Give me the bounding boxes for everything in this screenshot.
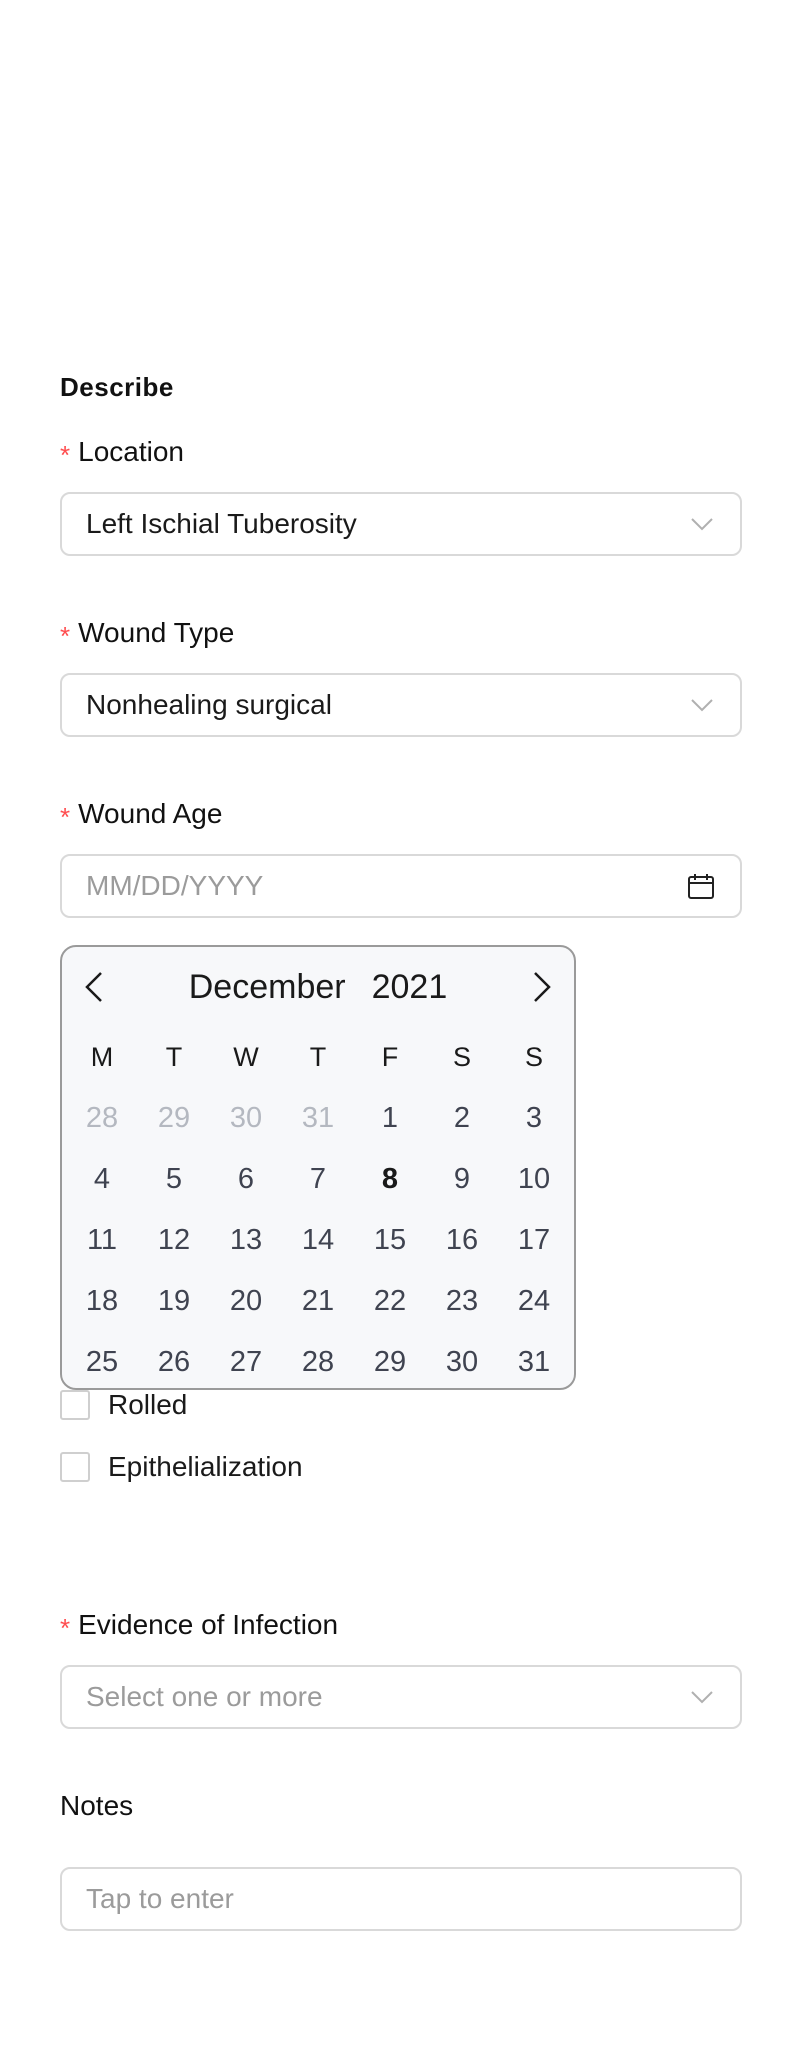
- wound-type-label: * Wound Type: [60, 617, 235, 651]
- wound-age-placeholder: MM/DD/YYYY: [86, 870, 264, 901]
- wound-type-label-text: Wound Type: [78, 617, 235, 648]
- calendar-day[interactable]: 8: [354, 1149, 426, 1210]
- checkbox-rolled[interactable]: Rolled: [60, 1389, 187, 1421]
- calendar-day-outside[interactable]: 31: [282, 1088, 354, 1149]
- calendar-day[interactable]: 24: [498, 1271, 570, 1332]
- calendar-day[interactable]: 5: [138, 1149, 210, 1210]
- weekday-header: W: [233, 1042, 259, 1072]
- calendar-day[interactable]: 14: [282, 1210, 354, 1271]
- calendar-day[interactable]: 7: [282, 1149, 354, 1210]
- weekday-header: S: [524, 1042, 543, 1072]
- calendar-day[interactable]: 21: [282, 1271, 354, 1332]
- location-select[interactable]: Left Ischial Tuberosity: [60, 492, 742, 556]
- calendar-day[interactable]: 16: [426, 1210, 498, 1271]
- calendar-day[interactable]: 25: [66, 1332, 138, 1393]
- calendar-day-outside[interactable]: 30: [210, 1088, 282, 1149]
- calendar-day[interactable]: 31: [498, 1332, 570, 1393]
- calendar-header: December 2021: [62, 961, 574, 1013]
- weekday-header: F: [381, 1042, 399, 1072]
- calendar-day[interactable]: 22: [354, 1271, 426, 1332]
- calendar-day[interactable]: 4: [66, 1149, 138, 1210]
- calendar-day[interactable]: 20: [210, 1271, 282, 1332]
- wound-age-date-input[interactable]: MM/DD/YYYY: [60, 854, 742, 918]
- calendar-icon[interactable]: [686, 871, 716, 901]
- calendar-day-outside[interactable]: 29: [138, 1088, 210, 1149]
- weekday-header: M: [90, 1042, 114, 1072]
- date-picker-popup: December 2021 M T W T F S S 28 29 30 31 1 2 3 4 5 6 7 8 9 10…: [60, 945, 576, 1390]
- location-value: Left Ischial Tuberosity: [86, 508, 357, 539]
- chevron-down-icon: [688, 510, 716, 538]
- required-marker: *: [60, 801, 71, 832]
- required-marker: *: [60, 1612, 71, 1643]
- checkbox-epithelialization[interactable]: Epithelialization: [60, 1451, 303, 1483]
- calendar-day-outside[interactable]: 28: [66, 1088, 138, 1149]
- calendar-day[interactable]: 1: [354, 1088, 426, 1149]
- checkbox[interactable]: [60, 1390, 90, 1420]
- required-marker: *: [60, 620, 71, 651]
- calendar-day[interactable]: 11: [66, 1210, 138, 1271]
- calendar-year[interactable]: 2021: [372, 968, 448, 1007]
- calendar-day[interactable]: 10: [498, 1149, 570, 1210]
- wound-type-select[interactable]: Nonhealing surgical: [60, 673, 742, 737]
- calendar-day[interactable]: 6: [210, 1149, 282, 1210]
- evidence-of-infection-select[interactable]: Select one or more: [60, 1665, 742, 1729]
- required-marker: *: [60, 439, 71, 470]
- evidence-of-infection-label: * Evidence of Infection: [60, 1609, 339, 1643]
- calendar-day[interactable]: 15: [354, 1210, 426, 1271]
- evidence-of-infection-label-text: Evidence of Infection: [78, 1609, 339, 1640]
- chevron-left-icon[interactable]: [68, 961, 120, 1013]
- calendar-day[interactable]: 13: [210, 1210, 282, 1271]
- wound-type-value: Nonhealing surgical: [86, 689, 332, 720]
- notes-placeholder: Tap to enter: [86, 1883, 234, 1914]
- weekday-header: T: [165, 1042, 183, 1072]
- calendar-day[interactable]: 12: [138, 1210, 210, 1271]
- wound-age-label-text: Wound Age: [78, 798, 223, 829]
- checkbox[interactable]: [60, 1452, 90, 1482]
- calendar-day[interactable]: 3: [498, 1088, 570, 1149]
- calendar-day[interactable]: 17: [498, 1210, 570, 1271]
- calendar-day[interactable]: 27: [210, 1332, 282, 1393]
- calendar-grid: M T W T F S S 28 29 30 31 1 2 3 4 5 6 7 8 9 10 11 12 13 14 15 16 17…: [66, 1027, 570, 1393]
- section-title: Describe: [60, 372, 174, 402]
- checkbox-label: Rolled: [108, 1389, 188, 1420]
- calendar-day[interactable]: 29: [354, 1332, 426, 1393]
- calendar-day[interactable]: 18: [66, 1271, 138, 1332]
- location-label: * Location: [60, 436, 184, 470]
- weekday-header: S: [452, 1042, 471, 1072]
- weekday-header: T: [309, 1042, 327, 1072]
- calendar-day[interactable]: 23: [426, 1271, 498, 1332]
- calendar-month[interactable]: December: [189, 968, 346, 1007]
- calendar-day[interactable]: 2: [426, 1088, 498, 1149]
- chevron-down-icon: [688, 1683, 716, 1711]
- calendar-day[interactable]: 30: [426, 1332, 498, 1393]
- calendar-day[interactable]: 26: [138, 1332, 210, 1393]
- calendar-day[interactable]: 9: [426, 1149, 498, 1210]
- notes-label: Notes: [60, 1790, 134, 1821]
- evidence-of-infection-placeholder: Select one or more: [86, 1681, 323, 1712]
- location-label-text: Location: [78, 436, 184, 467]
- notes-input[interactable]: Tap to enter: [60, 1867, 742, 1931]
- checkbox-label: Epithelialization: [108, 1451, 303, 1482]
- wound-age-label: * Wound Age: [60, 798, 223, 832]
- calendar-title: December 2021: [189, 968, 447, 1007]
- calendar-day[interactable]: 19: [138, 1271, 210, 1332]
- chevron-right-icon[interactable]: [516, 961, 568, 1013]
- calendar-day[interactable]: 28: [282, 1332, 354, 1393]
- chevron-down-icon: [688, 691, 716, 719]
